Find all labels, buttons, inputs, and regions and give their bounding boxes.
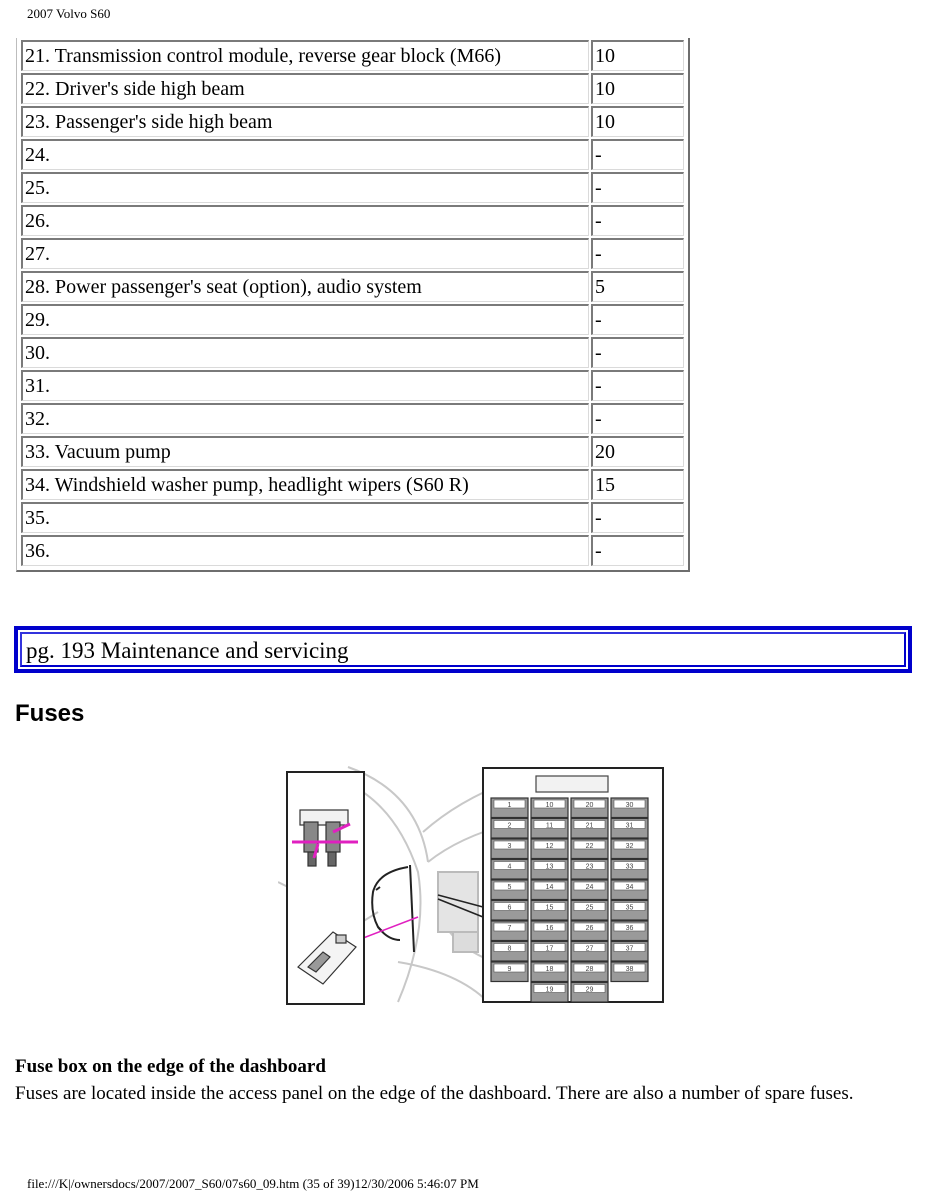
table-row: 34. Windshield washer pump, headlight wi… [21,469,684,500]
fuse-amperage-cell: 10 [591,73,684,104]
fuse-description-cell: 32. [21,403,589,434]
fuse-amperage-cell: 20 [591,436,684,467]
fuse-description-cell: 31. [21,370,589,401]
fuse-description-cell: 25. [21,172,589,203]
fuse-number-label: 14 [546,884,554,891]
fuse-number-label: 25 [586,905,594,912]
fuse-amperage-cell: - [591,535,684,566]
caption-body: Fuses are located inside the access pane… [15,1083,854,1104]
fuse-box-illustration: 1 2 3 4 5 6 7 8 9 10 11 12 13 14 15 16 17 18 19 20 21 22 23 24 2… [277,762,666,1014]
fuse-description-cell: 33. Vacuum pump [21,436,589,467]
fuse-box-inset: 1234567891011121314151617181920212223242… [482,767,664,1003]
fuse-number-label: 21 [586,823,594,830]
page-reference-label: pg. 193 Maintenance and servicing [20,632,906,667]
fuse-number-label: 36 [626,925,634,932]
fuse-number-label: 32 [626,843,634,850]
fuse-description-cell: 29. [21,304,589,335]
fuse-number-label: 28 [586,966,594,973]
fuse-number-label: 15 [546,905,554,912]
fuse-number-label: 1 [508,802,512,809]
fuse-number-label: 4 [508,864,512,871]
fuse-number-label: 2 [508,823,512,830]
fuse-amperage-cell: - [591,337,684,368]
fuse-amperage-cell: 5 [591,271,684,302]
fuse-amperage-cell: - [591,370,684,401]
fuse-number-label: 29 [586,987,594,994]
table-row: 24. - [21,139,684,170]
fuse-number-label: 7 [508,925,512,932]
fuse-amperage-cell: - [591,304,684,335]
fuse-description-cell: 35. [21,502,589,533]
fuse-number-label: 20 [586,802,594,809]
table-row: 27. - [21,238,684,269]
fuse-description-cell: 24. [21,139,589,170]
table-row: 36. - [21,535,684,566]
table-row: 22. Driver's side high beam 10 [21,73,684,104]
table-row: 35. - [21,502,684,533]
access-panel-cover [371,864,415,953]
table-row: 33. Vacuum pump 20 [21,436,684,467]
fuse-description-cell: 23. Passenger's side high beam [21,106,589,137]
fuse-amperage-cell: - [591,403,684,434]
fuse-number-label: 37 [626,946,634,953]
fuse-number-label: 26 [586,925,594,932]
fuse-amperage-cell: - [591,172,684,203]
table-row: 26. - [21,205,684,236]
fuse-description-cell: 21. Transmission control module, reverse… [21,40,589,71]
running-header: 2007 Volvo S60 [27,6,111,21]
fuse-number-label: 23 [586,864,594,871]
fuse-number-label: 19 [546,987,554,994]
fuse-number-label: 18 [546,966,554,973]
fuse-number-label: 38 [626,966,634,973]
table-row: 29. - [21,304,684,335]
fuse-amperage-cell: 15 [591,469,684,500]
fuse-number-label: 12 [546,843,554,850]
table-row: 28. Power passenger's seat (option), aud… [21,271,684,302]
fuse-number-label: 16 [546,925,554,932]
fuse-amperage-cell: - [591,238,684,269]
table-row: 31. - [21,370,684,401]
fuse-number-label: 8 [508,946,512,953]
section-title: Fuses [15,700,85,727]
fuse-number-label: 9 [508,966,512,973]
fuse-amperage-cell: - [591,502,684,533]
fuse-description-cell: 26. [21,205,589,236]
fuse-number-label: 10 [546,802,554,809]
fuse-puller-inset [286,771,365,1005]
fuse-number-label: 31 [626,823,634,830]
fuse-amperage-cell: 10 [591,106,684,137]
fuse-description-cell: 27. [21,238,589,269]
fuse-number-label: 30 [626,802,634,809]
fuse-amperage-cell: 10 [591,40,684,71]
page-reference-box: pg. 193 Maintenance and servicing [14,626,912,673]
fuse-description-cell: 36. [21,535,589,566]
fuse-amperage-cell: - [591,139,684,170]
fuse-number-label: 24 [586,884,594,891]
caption-title: Fuse box on the edge of the dashboard [15,1056,326,1077]
fuse-number-label: 13 [546,864,554,871]
fuse-description-cell: 34. Windshield washer pump, headlight wi… [21,469,589,500]
table-row: 21. Transmission control module, reverse… [21,40,684,71]
table-row: 25. - [21,172,684,203]
table-row: 23. Passenger's side high beam 10 [21,106,684,137]
fuse-number-label: 34 [626,884,634,891]
fuse-number-label: 27 [586,946,594,953]
fuse-number-label: 3 [508,843,512,850]
table-row: 30. - [21,337,684,368]
fuse-number-label: 22 [586,843,594,850]
fuse-description-cell: 28. Power passenger's seat (option), aud… [21,271,589,302]
page-footer: file:///K|/ownersdocs/2007/2007_S60/07s6… [27,1176,479,1191]
fuse-number-label: 17 [546,946,554,953]
fuse-number-label: 5 [508,884,512,891]
fuse-table: 21. Transmission control module, reverse… [16,38,690,572]
fuse-number-label: 35 [626,905,634,912]
fuse-number-label: 11 [546,823,553,830]
fuse-description-cell: 30. [21,337,589,368]
fuse-number-label: 33 [626,864,634,871]
table-row: 32. - [21,403,684,434]
fuse-amperage-cell: - [591,205,684,236]
fuse-number-label: 6 [508,905,512,912]
fuse-description-cell: 22. Driver's side high beam [21,73,589,104]
